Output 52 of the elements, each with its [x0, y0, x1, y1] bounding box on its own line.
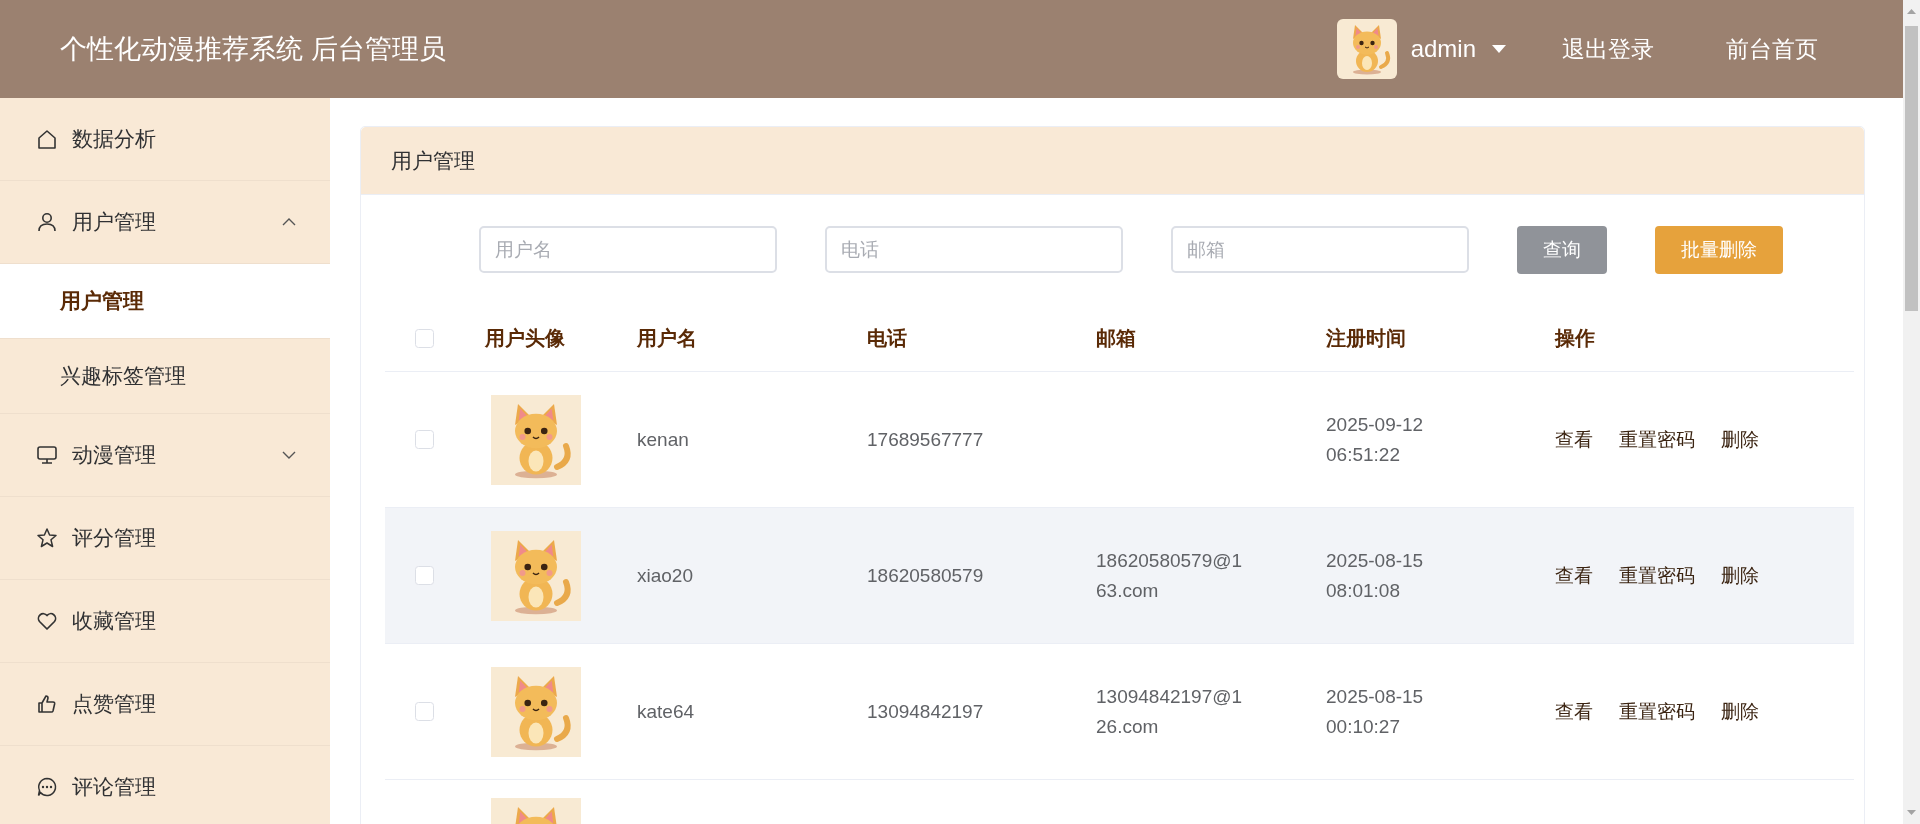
table-cell-text: 2025-08-15 08:01:08 [1326, 548, 1424, 603]
table-row[interactable]: xiao20 18620580579 18620580579@163.com 2025-08-15 08:01:08 查看 重置密码 删除 [385, 507, 1854, 644]
search-field[interactable]: 用户名 [479, 226, 777, 273]
header-link[interactable]: 退出登录 [1562, 33, 1654, 65]
user-menu[interactable]: admin [1410, 35, 1476, 63]
table-cell-text: 13094842197@126.com [1096, 684, 1244, 739]
table-cell-text: 18620580579@163.com [1096, 548, 1244, 603]
search-field[interactable]: 邮箱 [1171, 226, 1469, 273]
scroll-down-icon[interactable] [1907, 810, 1916, 815]
home-icon [36, 128, 58, 150]
action-link[interactable]: 删除 [1721, 428, 1759, 450]
action-link[interactable]: 重置密码 [1619, 700, 1695, 722]
table-cell: kenan [637, 428, 689, 450]
avatar-cat-icon [491, 666, 581, 757]
table-cell: 18620580579 [867, 564, 984, 586]
column-header: 注册时间 [1326, 326, 1406, 349]
avatar-cat-icon [491, 394, 581, 485]
checkbox[interactable] [415, 566, 434, 585]
column-header: 电话 [867, 326, 907, 349]
table-cell: kate64 [637, 700, 695, 722]
submenu-item[interactable]: 用户管理 [0, 264, 330, 339]
checkbox[interactable] [415, 430, 434, 449]
action-link[interactable]: 查看 [1555, 700, 1593, 722]
action-link[interactable]: 删除 [1721, 700, 1759, 722]
action-link[interactable]: 重置密码 [1619, 428, 1695, 450]
table-cell: 13094842197 [867, 700, 984, 722]
table-cell-text: 2025-09-12 06:51:22 [1326, 412, 1424, 467]
checkbox[interactable] [415, 702, 434, 721]
heart-icon [36, 610, 58, 632]
table-cell: xiao20 [637, 564, 693, 586]
avatar-cat-icon [491, 530, 581, 621]
scroll-up-icon[interactable] [1907, 9, 1916, 14]
column-header: 用户头像 [485, 326, 565, 349]
table-cell: 17689567777 [867, 428, 984, 450]
action-link[interactable]: 查看 [1555, 564, 1593, 586]
panel-title: 用户管理 [391, 147, 475, 174]
table-cell-text: 2025-08-15 00:10:27 [1326, 684, 1424, 739]
action-link[interactable]: 查看 [1555, 428, 1593, 450]
star-icon [36, 527, 58, 549]
thumbs-up-icon [36, 693, 58, 715]
action-link[interactable]: 重置密码 [1619, 564, 1695, 586]
checkbox[interactable] [415, 328, 434, 348]
header-link[interactable]: 前台首页 [1726, 33, 1818, 65]
column-header: 操作 [1555, 326, 1595, 349]
column-header: 邮箱 [1096, 326, 1136, 349]
search-field[interactable]: 电话 [825, 226, 1123, 273]
action-link[interactable]: 删除 [1721, 564, 1759, 586]
user-icon [36, 211, 58, 233]
column-header: 用户名 [637, 326, 697, 349]
chat-icon [36, 776, 58, 798]
monitor-icon [36, 444, 58, 466]
system-title: 个性化动漫推荐系统 后台管理员 [60, 33, 447, 66]
